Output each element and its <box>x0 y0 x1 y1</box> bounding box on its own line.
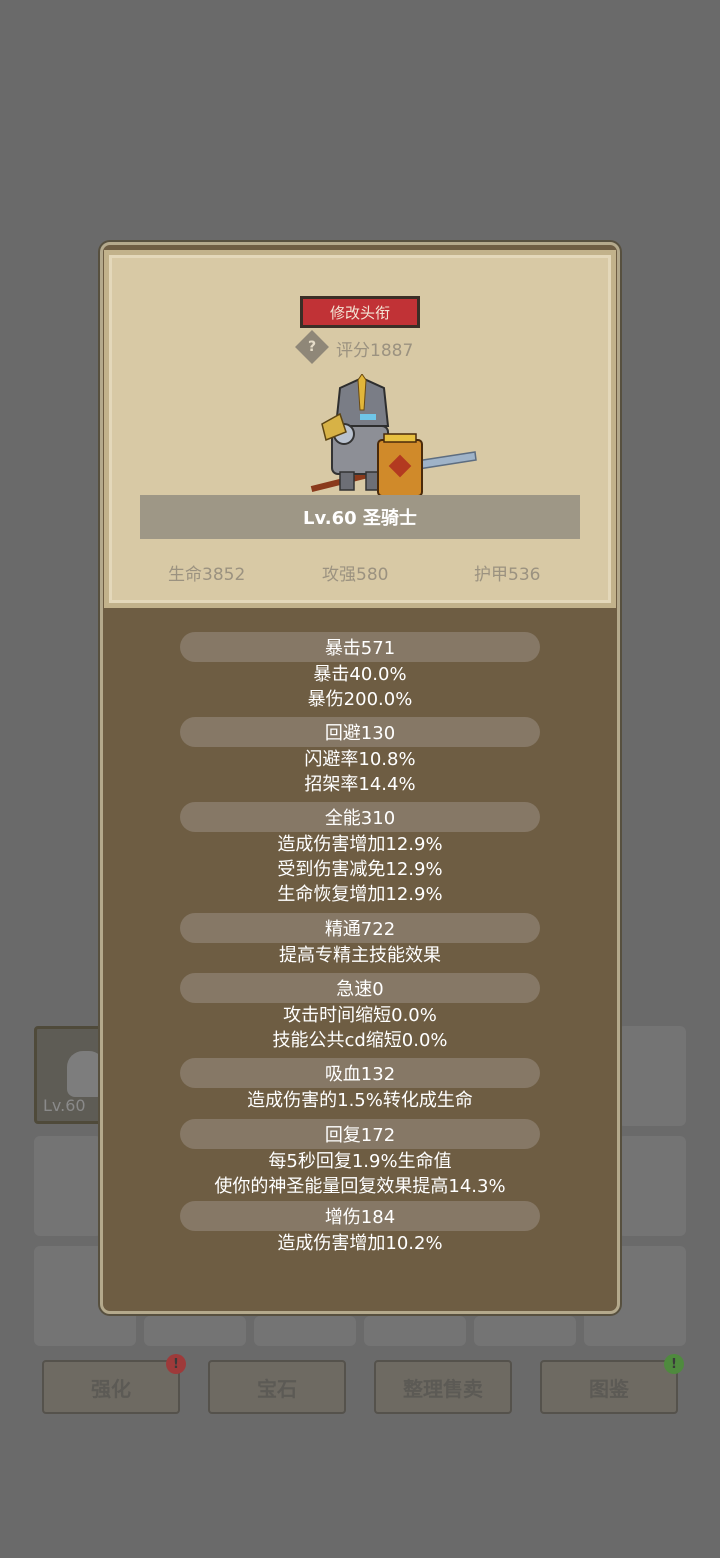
sort-sell-label: 整理售卖 <box>403 1376 483 1401</box>
stat-group-leech: 吸血132 <box>180 1058 540 1088</box>
character-name-bar: Lv.60 圣骑士 <box>140 495 580 539</box>
character-name: Lv.60 圣骑士 <box>303 508 417 529</box>
codex-label: 图鉴 <box>589 1376 629 1401</box>
stat-group-regen: 回复172 <box>180 1119 540 1149</box>
inventory-slot[interactable] <box>364 1316 466 1346</box>
enhance-label: 强化 <box>91 1376 131 1401</box>
stat-detail: 受到伤害减免12.9% <box>277 859 443 880</box>
score-text: 评分1887 <box>336 341 414 361</box>
stat-detail: 造成伤害的1.5%转化成生命 <box>247 1090 473 1111</box>
stat-group-mastery: 精通722 <box>180 913 540 943</box>
inventory-slot[interactable] <box>474 1316 576 1346</box>
stat-detail: 攻击时间缩短0.0% <box>283 1005 437 1026</box>
item-level: Lv.60 <box>43 1096 86 1115</box>
rename-title-button[interactable]: 修改头衔 <box>300 296 420 328</box>
codex-button[interactable]: 图鉴 ! <box>540 1354 684 1414</box>
inventory-slot[interactable] <box>34 1136 102 1236</box>
armor-stat: 护甲536 <box>474 565 541 585</box>
stat-group-haste: 急速0 <box>180 973 540 1003</box>
rename-title-label: 修改头衔 <box>329 303 390 322</box>
inventory-slot[interactable] <box>618 1026 686 1126</box>
stat-detail: 造成伤害增加12.9% <box>277 834 443 855</box>
stat-detail: 招架率14.4% <box>304 774 416 795</box>
stat-detail: 提高专精主技能效果 <box>279 945 441 966</box>
stat-detail: 使你的神圣能量回复效果提高14.3% <box>214 1176 506 1197</box>
stat-group-dodge: 回避130 <box>180 717 540 747</box>
stat-detail: 技能公共cd缩短0.0% <box>272 1030 448 1051</box>
stat-detail: 暴伤200.0% <box>307 689 413 710</box>
enhance-button[interactable]: 强化 ! <box>42 1354 186 1414</box>
alert-badge-icon: ! <box>166 1354 186 1374</box>
stat-group-versatility: 全能310 <box>180 802 540 832</box>
inventory-slot[interactable] <box>144 1316 246 1346</box>
stat-detail: 每5秒回复1.9%生命值 <box>268 1151 452 1172</box>
attack-stat: 攻强580 <box>322 565 389 585</box>
stat-detail: 暴击40.0% <box>313 664 407 685</box>
alert-badge-icon: ! <box>664 1354 684 1374</box>
gem-button[interactable]: 宝石 <box>208 1360 346 1414</box>
stat-group-crit: 暴击571 <box>180 632 540 662</box>
paladin-portrait <box>310 374 477 497</box>
gem-label: 宝石 <box>257 1376 297 1401</box>
stat-detail: 闪避率10.8% <box>304 749 416 770</box>
stat-detail: 造成伤害增加10.2% <box>277 1233 443 1254</box>
hp-stat: 生命3852 <box>168 565 246 585</box>
stat-group-damage: 增伤184 <box>180 1201 540 1231</box>
stat-detail: 生命恢复增加12.9% <box>277 884 443 905</box>
inventory-slot[interactable] <box>618 1136 686 1236</box>
sort-sell-button[interactable]: 整理售卖 <box>374 1360 512 1414</box>
inventory-slot[interactable] <box>254 1316 356 1346</box>
